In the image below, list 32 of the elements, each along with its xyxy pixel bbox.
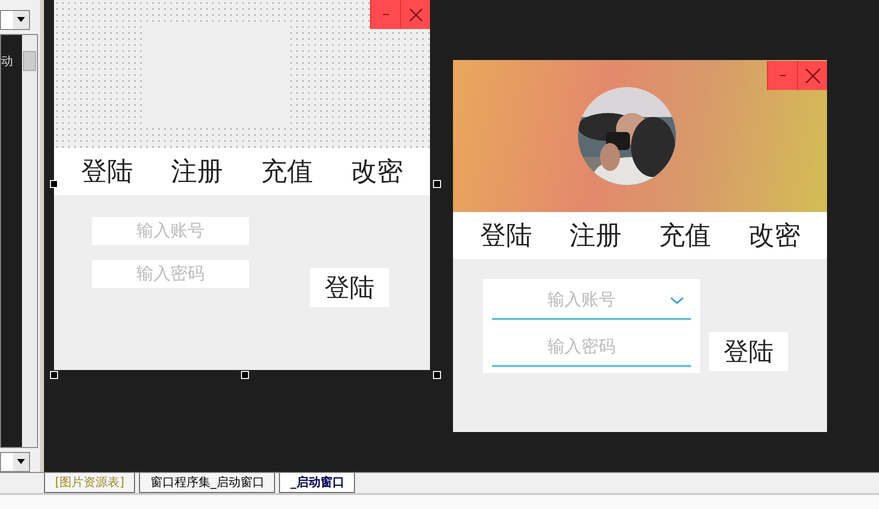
combo-box[interactable]: [0, 452, 30, 472]
resize-handle[interactable]: [50, 371, 58, 379]
editor-tab[interactable]: _启动窗口: [279, 473, 356, 493]
tab[interactable]: 注册: [569, 218, 622, 253]
login-button[interactable]: 登陆: [310, 268, 389, 307]
input-field[interactable]: 输入密码: [92, 260, 249, 288]
input-field[interactable]: 输入账号: [92, 217, 249, 245]
tab[interactable]: 注册: [171, 154, 223, 189]
editor-tab[interactable]: 窗口程序集_启动窗口: [139, 473, 276, 493]
tab[interactable]: 登陆: [81, 154, 133, 189]
close-icon: [408, 6, 424, 22]
tab[interactable]: 充值: [261, 154, 313, 189]
login-button[interactable]: 登陆: [709, 332, 788, 371]
close-icon: [804, 66, 822, 84]
password-field[interactable]: 输入密码: [483, 326, 700, 373]
close-button[interactable]: [400, 0, 430, 29]
scrollbar-thumb[interactable]: [23, 51, 36, 71]
tab[interactable]: 改密: [748, 218, 800, 253]
chevron-down-icon: [670, 297, 684, 305]
list-item-text: 动: [1, 53, 13, 70]
account-dropdown[interactable]: 输入账号: [483, 279, 700, 326]
resize-handle[interactable]: [433, 180, 441, 188]
scrollbar[interactable]: [22, 35, 37, 447]
close-button[interactable]: [797, 61, 827, 90]
tab[interactable]: 充值: [658, 218, 711, 253]
item-list[interactable]: 动: [1, 35, 22, 447]
resize-handle[interactable]: [50, 180, 58, 188]
tab[interactable]: 登陆: [480, 218, 532, 253]
combo-box[interactable]: [0, 10, 30, 30]
tab[interactable]: 改密: [351, 154, 403, 189]
resize-handle[interactable]: [241, 371, 249, 379]
resize-handle[interactable]: [433, 371, 441, 379]
